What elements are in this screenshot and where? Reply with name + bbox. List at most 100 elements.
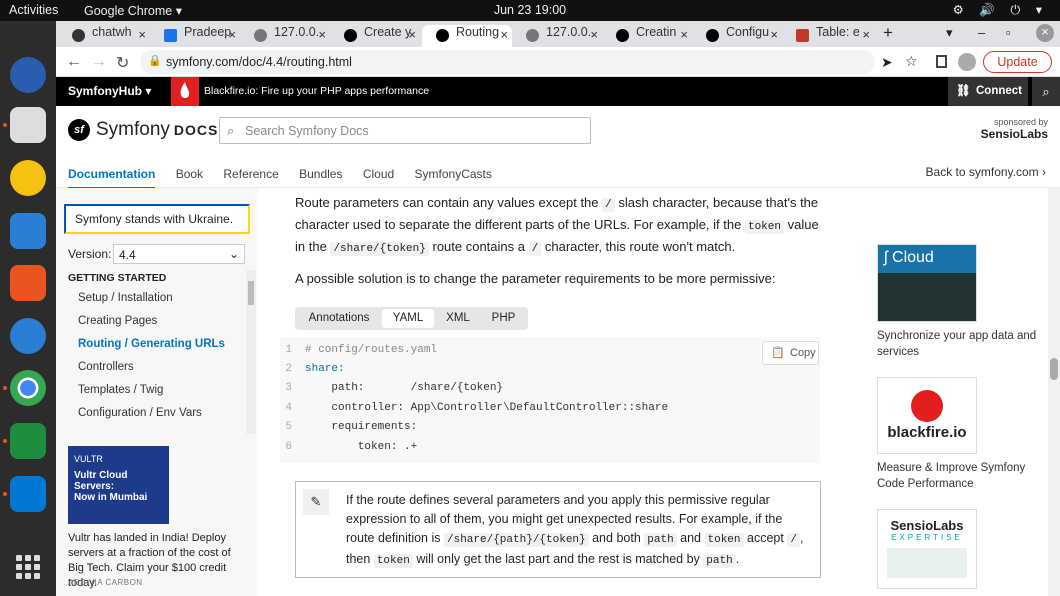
new-tab-button[interactable]: + [883, 23, 893, 43]
vscode-icon[interactable] [10, 476, 46, 512]
sponsor-block[interactable]: sponsored by SensioLabs [981, 117, 1048, 141]
nav-cloud[interactable]: Cloud [363, 167, 394, 181]
send-icon[interactable]: ➤ [881, 54, 893, 71]
nav-documentation[interactable]: Documentation [68, 167, 156, 189]
nav-book[interactable]: Book [176, 167, 203, 181]
tab-label: 127.0.0. [274, 25, 320, 39]
close-tab-icon[interactable]: × [500, 27, 508, 42]
tab-xml[interactable]: XML [436, 309, 480, 328]
tab-php[interactable]: PHP [482, 309, 525, 328]
blackfire-promo-image[interactable]: blackfire.io [877, 377, 977, 454]
tab[interactable]: 127.0.0. × [512, 25, 602, 47]
thunderbird-icon[interactable] [10, 57, 46, 93]
close-tab-icon[interactable]: × [138, 27, 146, 42]
sidebar-item-templates[interactable]: Templates / Twig [78, 384, 163, 396]
search-icon[interactable]: ⌕ [1032, 77, 1060, 106]
scrollbar-thumb[interactable] [1050, 358, 1058, 380]
reload-icon[interactable]: ↻ [116, 53, 129, 73]
tab[interactable]: Configu × [692, 25, 782, 47]
note-text: If the route defines several parameters … [346, 493, 804, 568]
help-icon[interactable] [10, 318, 46, 354]
docs-logo[interactable]: Symfony DOCS [96, 119, 218, 141]
tab[interactable]: Creatin × [602, 25, 692, 47]
close-tab-icon[interactable]: × [228, 27, 236, 42]
tab-yaml[interactable]: YAML [382, 309, 434, 328]
symfonyhub-menu[interactable]: SymfonyHub ▾ [68, 84, 151, 98]
nav-reference[interactable]: Reference [223, 167, 278, 181]
code-language-tabs: Annotations YAML XML PHP [295, 307, 528, 330]
back-to-symfony-link[interactable]: Back to symfony.com › [926, 165, 1046, 179]
ukraine-banner[interactable]: Symfony stands with Ukraine. [64, 204, 250, 234]
close-tab-icon[interactable]: × [408, 27, 416, 42]
code-block[interactable]: 1 # config/routes.yaml 2 share: 3 path: … [280, 337, 820, 463]
docs-search-input[interactable]: ⌕ Search Symfony Docs [219, 117, 591, 144]
profile-avatar[interactable] [958, 53, 976, 71]
calc-icon[interactable] [10, 423, 46, 459]
sponsored-by: sponsored by [993, 117, 1048, 127]
tab[interactable]: 127.0.0. × [240, 25, 330, 47]
tab[interactable]: Table: e × [782, 25, 874, 47]
ad-via[interactable]: ADS VIA CARBON [68, 578, 143, 587]
nav-symfonycasts[interactable]: SymfonyCasts [415, 167, 492, 181]
system-tray[interactable]: ⚙ 🔊 ⏻ ▾ [953, 2, 1048, 18]
cloud-caption[interactable]: Synchronize your app data and services [877, 328, 1037, 360]
close-tab-icon[interactable]: × [770, 27, 778, 42]
tab-active[interactable]: Routing × [422, 25, 512, 47]
docs-header: sf Symfony DOCS ⌕ Search Symfony Docs spo… [56, 106, 1060, 189]
sidebar-item-configuration[interactable]: Configuration / Env Vars [78, 407, 202, 419]
sidebar-item-setup[interactable]: Setup / Installation [78, 292, 173, 304]
line-number: 3 [285, 382, 292, 394]
nav-bundles[interactable]: Bundles [299, 167, 342, 181]
close-window-icon[interactable]: × [1036, 24, 1054, 42]
sensio-title: SensioLabs [890, 518, 964, 533]
files-icon[interactable] [10, 107, 46, 143]
running-indicator [3, 123, 7, 127]
forward-icon[interactable]: → [91, 53, 107, 71]
tab-strip: chatwh × Pradeep × 127.0.0. × Create y × Rou… [56, 21, 1060, 47]
clock[interactable]: Jun 23 19:00 [0, 3, 1060, 17]
back-icon[interactable]: ← [66, 53, 82, 71]
show-apps-icon[interactable] [16, 555, 40, 579]
code-line: token: .+ [305, 441, 418, 453]
main-nav: Documentation Book Reference Bundles Clo… [68, 167, 509, 189]
cloud-promo-image[interactable]: ʃ Cloud [877, 244, 977, 322]
version-select[interactable]: 4.4 ⌄ [113, 244, 245, 264]
sensiolabs-promo-image[interactable]: SensioLabs EXPERTISE [877, 509, 977, 589]
chrome-icon[interactable] [10, 370, 46, 406]
lock-icon: 🔒 [148, 55, 162, 67]
writer-icon[interactable] [10, 213, 46, 249]
sidebar-item-creating-pages[interactable]: Creating Pages [78, 315, 157, 327]
tab-label: Table: e [816, 25, 860, 39]
close-tab-icon[interactable]: × [862, 27, 870, 42]
url-text[interactable]: symfony.com/doc/4.4/routing.html [166, 55, 352, 69]
update-button[interactable]: Update [983, 51, 1052, 73]
minimize-icon[interactable]: – [978, 25, 985, 40]
tab[interactable]: chatwh × [58, 25, 150, 47]
maximize-icon[interactable]: ▫ [1006, 25, 1011, 40]
sidebar-item-routing[interactable]: Routing / Generating URLs [78, 338, 225, 350]
close-tab-icon[interactable]: × [318, 27, 326, 42]
symfony-logo-icon[interactable]: sf [68, 119, 90, 141]
tab-search-icon[interactable]: ▾ [946, 25, 953, 41]
hub-ad-link[interactable]: Blackfire.io: Fire up your PHP apps perf… [204, 85, 429, 97]
clipboard-icon: 📋 [771, 347, 785, 359]
vultr-ad-image[interactable]: VULTR Vultr Cloud Servers: Now in Mumbai [68, 446, 169, 524]
page-scrollbar[interactable] [1048, 188, 1060, 596]
tab[interactable]: Create y × [330, 25, 420, 47]
connect-button[interactable]: ⛓ Connect [948, 77, 1028, 106]
close-tab-icon[interactable]: × [590, 27, 598, 42]
tab-annotations[interactable]: Annotations [298, 309, 380, 328]
sidepanel-icon[interactable] [936, 55, 947, 68]
close-tab-icon[interactable]: × [680, 27, 688, 42]
copy-button[interactable]: 📋 Copy [762, 341, 819, 365]
bookmark-star-icon[interactable]: ☆ [905, 53, 918, 70]
tab[interactable]: Pradeep × [150, 25, 240, 47]
code-line: path: /share/{token} [305, 382, 504, 394]
sidebar-scrollbar[interactable] [246, 270, 256, 434]
software-center-icon[interactable] [10, 265, 46, 301]
table-icon [796, 29, 809, 42]
symfony-icon [436, 29, 449, 42]
rhythmbox-icon[interactable] [10, 160, 46, 196]
blackfire-caption[interactable]: Measure & Improve Symfony Code Performan… [877, 460, 1037, 492]
sidebar-item-controllers[interactable]: Controllers [78, 361, 134, 373]
